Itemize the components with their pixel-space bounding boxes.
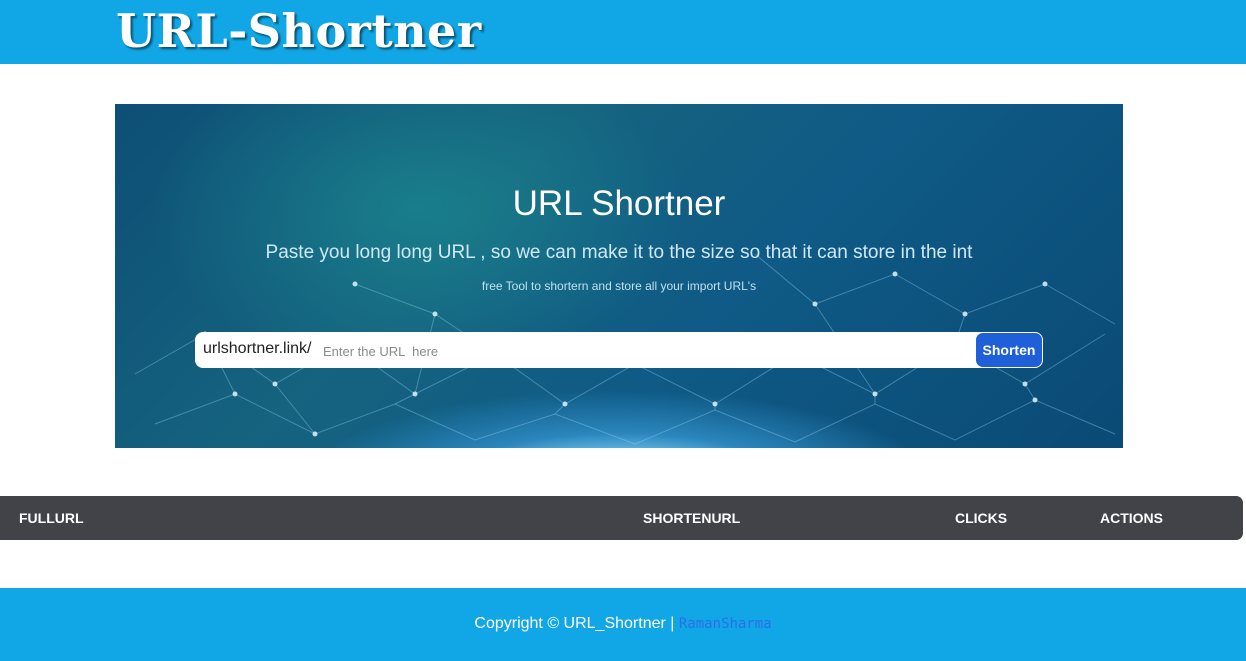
url-input[interactable] — [321, 337, 975, 365]
shorten-button[interactable]: Shorten — [976, 333, 1042, 367]
footer-copyright-line: Copyright © URL_Shortner | RamanSharma — [0, 614, 1246, 634]
footer: Copyright © URL_Shortner | RamanSharma — [0, 588, 1246, 661]
column-header-actions: ACTIONS — [1100, 510, 1163, 526]
brand-logo-text[interactable]: URL-Shortner — [116, 4, 482, 58]
hero-tagline: free Tool to shortern and store all your… — [481, 279, 757, 293]
footer-copyright-text: Copyright © URL_Shortner | — [474, 615, 679, 632]
column-header-shortenurl: SHORTENURL — [643, 510, 741, 526]
url-form: urlshortner.link/ Shorten — [195, 332, 1043, 368]
footer-author-link[interactable]: RamanSharma — [679, 616, 772, 632]
hero-banner: URL Shortner Paste you long long URL , s… — [115, 104, 1123, 448]
network-globe-illustration — [134, 253, 1116, 445]
hero-title: URL Shortner — [512, 184, 726, 223]
column-header-fullurl: FULLURL — [19, 510, 84, 526]
hero-subtitle: Paste you long long URL , so we can make… — [265, 242, 973, 263]
top-navbar: URL-Shortner — [0, 0, 1246, 64]
table-header-row: FULLURL SHORTENURL CLICKS ACTIONS — [0, 496, 1243, 540]
column-header-clicks: CLICKS — [955, 510, 1008, 526]
url-prefix-label: urlshortner.link/ — [203, 340, 312, 357]
